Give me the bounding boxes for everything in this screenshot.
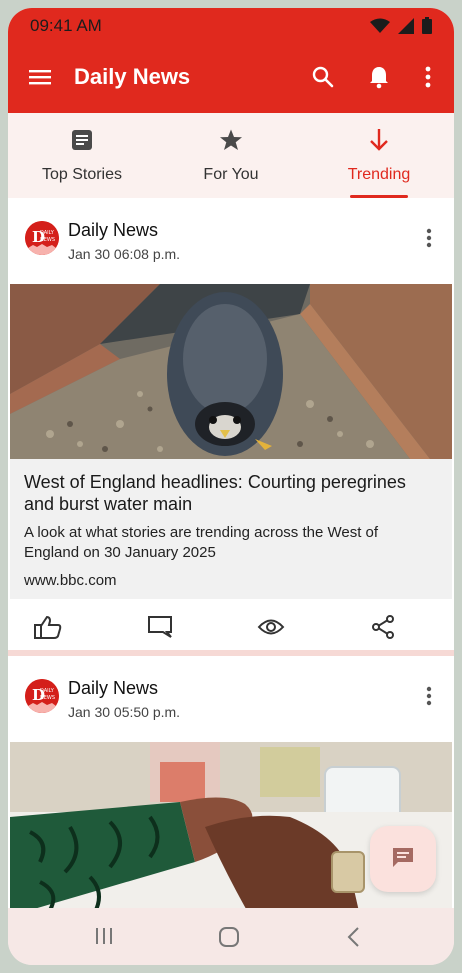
source-avatar[interactable]: D DAILY NEWS [25,679,59,713]
back-icon[interactable] [346,926,360,948]
tab-label: Trending [347,166,411,183]
tab-bar: Top Stories For You Trending [8,113,454,199]
more-vert-icon[interactable] [418,64,438,90]
news-card[interactable]: D DAILY NEWS Daily News Jan 30 06:08 p.m… [8,198,454,650]
news-feed[interactable]: D DAILY NEWS Daily News Jan 30 06:08 p.m… [8,198,454,915]
device-frame: 09:41 AM Daily News Top Stories For You … [0,0,462,973]
source-avatar[interactable]: D DAILY NEWS [25,221,59,255]
more-vert-icon[interactable] [426,686,432,711]
message-icon [391,846,415,873]
battery-icon [422,17,432,39]
card-header: D DAILY NEWS Daily News Jan 30 05:50 p.m… [8,656,454,742]
article-headline[interactable]: West of England headlines: Courting pere… [24,471,434,515]
source-name[interactable]: Daily News [68,220,158,241]
svg-text:DAILY: DAILY [40,230,55,236]
card-actions [8,602,454,650]
system-nav-bar [8,908,454,965]
notification-bell-icon[interactable] [366,63,392,91]
home-icon[interactable] [218,926,240,948]
status-icons [370,17,432,39]
status-time: 09:41 AM [30,16,102,35]
post-time: Jan 30 05:50 p.m. [68,704,181,720]
recents-icon[interactable] [94,926,114,946]
post-time: Jan 30 06:08 p.m. [68,246,181,262]
tab-top-stories[interactable]: Top Stories [8,113,156,198]
article-image[interactable] [10,284,452,459]
signal-icon [398,17,414,39]
tab-label: Top Stories [41,166,123,183]
comment-icon[interactable] [145,614,175,640]
app-title: Daily News [74,64,191,89]
message-fab[interactable] [370,826,436,892]
article-body[interactable]: West of England headlines: Courting pere… [10,459,452,599]
hamburger-menu-icon[interactable] [28,65,52,89]
search-icon[interactable] [310,64,336,90]
card-header: D DAILY NEWS Daily News Jan 30 06:08 p.m… [8,198,454,284]
arrow-down-icon [369,127,389,153]
views-icon[interactable] [256,614,286,640]
star-icon [219,127,243,153]
share-icon[interactable] [368,614,398,640]
like-icon[interactable] [33,614,63,640]
source-name[interactable]: Daily News [68,678,158,699]
article-icon [71,127,93,153]
svg-text:DAILY: DAILY [40,688,55,694]
app-header: 09:41 AM Daily News [8,8,454,113]
tab-label: For You [203,166,259,183]
phone-screen: 09:41 AM Daily News Top Stories For You … [8,8,454,965]
more-vert-icon[interactable] [426,228,432,253]
tab-trending[interactable]: Trending [305,113,453,198]
article-source-url[interactable]: www.bbc.com [24,572,117,589]
tab-for-you[interactable]: For You [157,113,305,198]
svg-text:NEWS: NEWS [40,695,55,701]
wifi-icon [370,18,390,39]
article-summary: A look at what stories are trending acro… [24,524,379,561]
svg-text:NEWS: NEWS [40,237,55,243]
